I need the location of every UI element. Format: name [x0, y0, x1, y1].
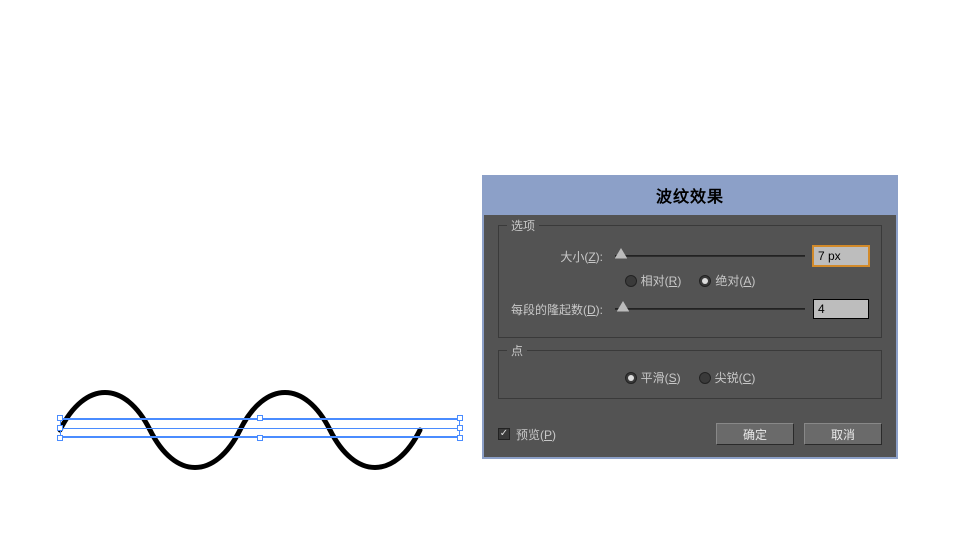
selection-guide-line	[61, 428, 459, 429]
dialog-title: 波纹效果	[484, 177, 896, 215]
options-legend: 选项	[507, 217, 539, 234]
slider-track	[615, 308, 805, 310]
point-fieldset: 点 平滑(S) 尖锐(C)	[498, 350, 882, 399]
radio-icon	[625, 275, 637, 287]
corner-radio[interactable]: 尖锐(C)	[699, 369, 756, 386]
selection-handle[interactable]	[457, 415, 463, 421]
radio-icon	[625, 372, 637, 384]
ok-button[interactable]: 确定	[716, 423, 794, 445]
selection-handle[interactable]	[57, 415, 63, 421]
selection-handle[interactable]	[457, 425, 463, 431]
radio-icon	[699, 275, 711, 287]
options-fieldset: 选项 大小(Z): 相对(R) 绝	[498, 225, 882, 338]
ridges-slider[interactable]	[615, 301, 805, 317]
zigzag-effect-dialog: 波纹效果 选项 大小(Z): 相对(R)	[482, 175, 898, 459]
selection-handle[interactable]	[57, 435, 63, 441]
size-mode-radios: 相对(R) 绝对(A)	[511, 272, 869, 289]
selection-bounding-box[interactable]	[60, 418, 460, 438]
ridges-input[interactable]	[813, 299, 869, 319]
size-label: 大小(Z):	[511, 248, 603, 265]
dialog-footer: ✓ 预览(P) 确定 取消	[484, 419, 896, 457]
slider-thumb[interactable]	[617, 301, 629, 311]
point-legend: 点	[507, 342, 527, 359]
smooth-radio[interactable]: 平滑(S)	[625, 369, 681, 386]
slider-track	[615, 255, 805, 257]
selection-handle[interactable]	[457, 435, 463, 441]
cancel-button[interactable]: 取消	[804, 423, 882, 445]
selection-handle[interactable]	[257, 415, 263, 421]
size-input[interactable]	[813, 246, 869, 266]
relative-radio[interactable]: 相对(R)	[625, 272, 682, 289]
selection-handle[interactable]	[257, 435, 263, 441]
radio-icon	[699, 372, 711, 384]
point-mode-radios: 平滑(S) 尖锐(C)	[511, 369, 869, 386]
checkbox-icon: ✓	[498, 428, 510, 440]
selection-handle[interactable]	[57, 425, 63, 431]
slider-thumb[interactable]	[615, 248, 627, 258]
size-slider[interactable]	[615, 248, 805, 264]
preview-checkbox[interactable]: ✓ 预览(P)	[498, 426, 556, 443]
size-row: 大小(Z):	[511, 246, 869, 266]
ridges-label: 每段的隆起数(D):	[511, 301, 603, 318]
absolute-radio[interactable]: 绝对(A)	[699, 272, 755, 289]
ridges-row: 每段的隆起数(D):	[511, 299, 869, 319]
